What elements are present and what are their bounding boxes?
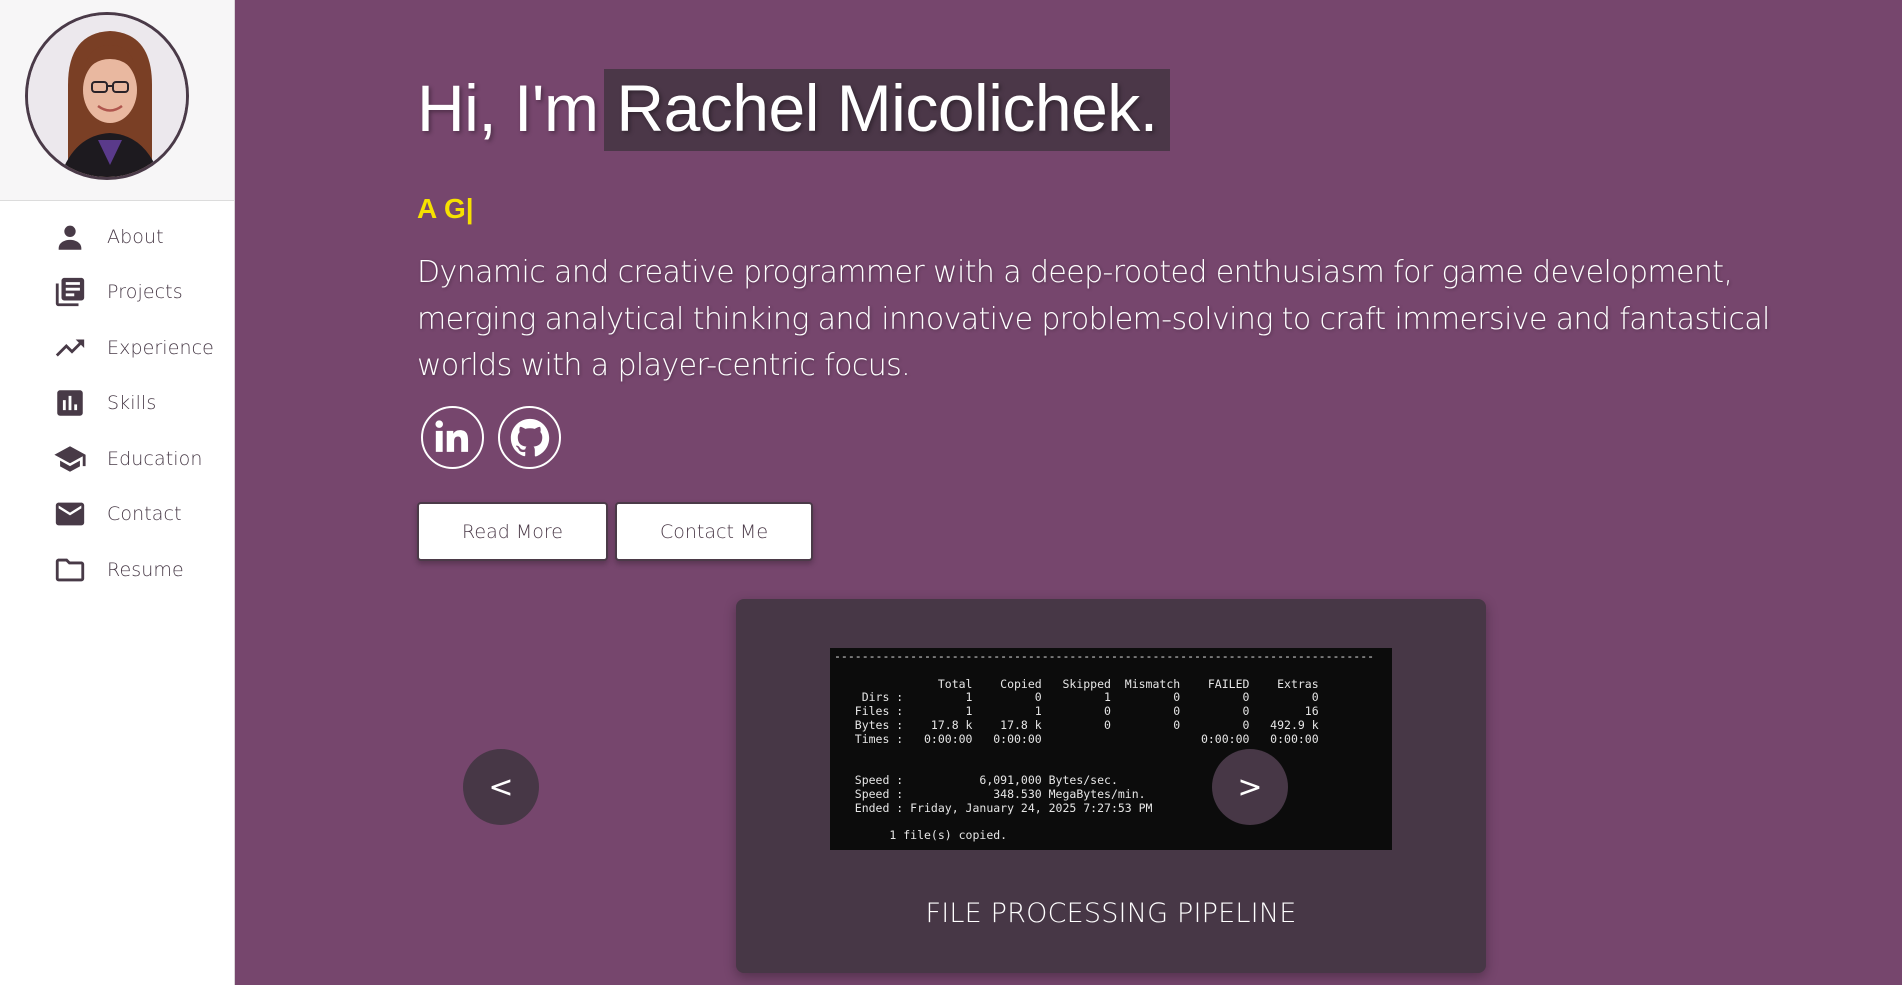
sidebar-nav: About Projects Experience Skills Educati… <box>0 201 234 598</box>
linkedin-link[interactable] <box>421 406 484 469</box>
hero-title: Hi, I'm Rachel Micolichek. <box>417 69 1170 151</box>
bio-text: Dynamic and creative programmer with a d… <box>417 255 1770 383</box>
terminal-line: Bytes : 17.8 k 17.8 k 0 0 0 492.9 k <box>834 717 1319 732</box>
carousel-next-button[interactable]: > <box>1212 749 1288 825</box>
terminal-line: Dirs : 1 0 1 0 0 0 <box>834 690 1319 705</box>
sidebar-item-education[interactable]: Education <box>0 431 234 487</box>
terminal-line: 1 file(s) copied. <box>834 828 1008 843</box>
hero-greeting: Hi, I'm <box>417 71 599 145</box>
sidebar-item-label: Education <box>107 447 203 470</box>
typewriter-tagline: A G| <box>417 193 474 224</box>
terminal-line: Times : 0:00:00 0:00:00 0:00:00 0:00:00 <box>834 731 1319 746</box>
project-screenshot: ----------------------------------------… <box>830 648 1392 850</box>
school-icon <box>53 442 87 476</box>
avatar-photo <box>28 15 186 177</box>
folder-icon <box>53 553 87 587</box>
sidebar-item-label: Resume <box>107 558 184 581</box>
terminal-line: Files : 1 1 0 0 0 16 <box>834 704 1319 719</box>
sidebar-item-about[interactable]: About <box>0 209 234 265</box>
library-books-icon <box>53 275 87 309</box>
sidebar-item-label: About <box>107 225 164 248</box>
contact-me-button[interactable]: Contact Me <box>615 502 813 561</box>
trending-up-icon <box>53 331 87 365</box>
linkedin-icon <box>435 419 468 452</box>
sidebar-item-experience[interactable]: Experience <box>0 320 234 376</box>
project-carousel: ----------------------------------------… <box>736 599 1486 973</box>
sidebar-item-label: Experience <box>107 336 214 359</box>
sidebar-item-projects[interactable]: Projects <box>0 265 234 321</box>
avatar-container <box>0 0 234 201</box>
terminal-line: Speed : 348.530 MegaBytes/min. <box>834 786 1146 801</box>
sidebar-item-label: Contact <box>107 503 182 526</box>
sidebar: About Projects Experience Skills Educati… <box>0 0 235 985</box>
github-icon <box>510 418 549 456</box>
terminal-line: Total Copied Skipped Mismatch FAILED Ext… <box>834 676 1319 691</box>
main-content: Hi, I'm Rachel Micolichek. A G| Dynamic a… <box>235 0 1902 985</box>
hero-buttons: Read More Contact Me <box>417 502 813 561</box>
terminal-line: Speed : 6,091,000 Bytes/sec. <box>834 773 1118 788</box>
github-link[interactable] <box>498 406 561 469</box>
bar-chart-icon <box>53 386 87 420</box>
person-icon <box>53 220 87 254</box>
terminal-line: Ended : Friday, January 24, 2025 7:27:53… <box>834 800 1153 815</box>
hero-name: Rachel Micolichek. <box>604 69 1170 151</box>
mail-icon <box>53 497 87 531</box>
social-links <box>421 406 561 469</box>
sidebar-item-contact[interactable]: Contact <box>0 487 234 543</box>
carousel-caption: FILE PROCESSING PIPELINE <box>925 898 1297 929</box>
read-more-button[interactable]: Read More <box>417 502 608 561</box>
sidebar-item-label: Skills <box>107 392 157 415</box>
terminal-line: ----------------------------------------… <box>834 649 1375 663</box>
sidebar-item-label: Projects <box>107 281 183 304</box>
sidebar-item-resume[interactable]: Resume <box>0 542 234 598</box>
sidebar-item-skills[interactable]: Skills <box>0 376 234 432</box>
carousel-prev-button[interactable]: < <box>463 749 539 825</box>
avatar <box>25 12 189 180</box>
